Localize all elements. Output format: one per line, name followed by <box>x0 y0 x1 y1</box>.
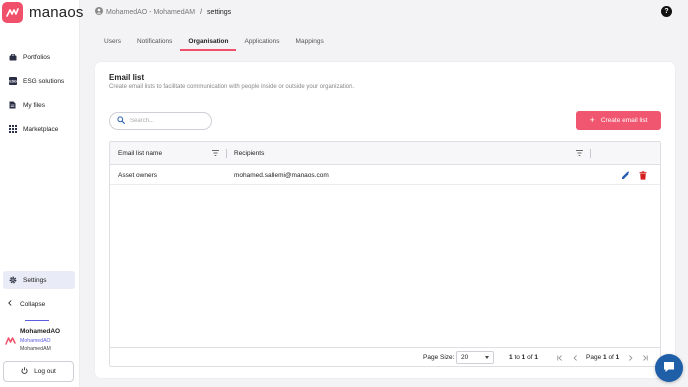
email-list-grid: Email list name Recipients Asset owners … <box>109 141 661 367</box>
row-range-summary: 1 to 1 of 1 <box>509 348 538 367</box>
esg-icon: ESG <box>8 77 17 86</box>
search-box[interactable] <box>109 112 212 130</box>
column-header-email-list-name[interactable]: Email list name <box>118 142 162 165</box>
page-of: of <box>608 354 614 361</box>
previous-page-icon[interactable] <box>571 353 579 362</box>
grid-header: Email list name Recipients <box>110 142 660 165</box>
card-description: Create email lists to facilitate communi… <box>109 84 355 90</box>
page-label: Page <box>586 354 602 361</box>
sidebar-item-settings[interactable]: Settings <box>3 271 75 289</box>
sidebar-item-esg-solutions[interactable]: ESG ESG solutions <box>3 72 75 90</box>
create-email-list-label: Create email list <box>600 117 648 124</box>
user-account: MohamedAM <box>20 346 51 352</box>
file-icon <box>8 101 17 110</box>
chevron-down-icon <box>485 356 489 359</box>
column-separator[interactable] <box>590 149 591 158</box>
breadcrumb-user[interactable]: MohamedAO - MohamedAM <box>106 9 195 16</box>
range-total: 1 <box>534 354 538 361</box>
range-end: 1 <box>521 354 526 361</box>
breadcrumb-separator: / <box>200 8 203 16</box>
table-row[interactable]: Asset owners mohamed.sallemi@manaos.com <box>110 165 660 185</box>
collapse-button[interactable]: Collapse <box>3 297 75 311</box>
page-size-select[interactable]: 20 <box>456 351 494 364</box>
trash-icon[interactable] <box>638 170 648 180</box>
pencil-icon[interactable] <box>620 170 630 180</box>
range-of: of <box>527 354 533 361</box>
logo[interactable]: manaos <box>0 0 84 24</box>
help-icon[interactable]: ? <box>661 6 672 17</box>
avatar <box>5 336 16 345</box>
range-to: to <box>514 354 520 361</box>
sidebar-item-label: Portfolios <box>23 53 51 61</box>
search-icon <box>117 116 125 126</box>
user-circle-icon <box>95 7 103 17</box>
sidebar-item-label: ESG solutions <box>23 77 65 85</box>
chat-bubble-icon <box>662 360 676 376</box>
sidebar-item-label: My files <box>23 101 46 109</box>
pagination-bar: Page Size: 20 1 to 1 of 1 Page 1 of 1 <box>110 347 660 366</box>
divider <box>25 320 49 321</box>
card-title: Email list <box>109 73 145 82</box>
page-current: 1 <box>603 354 607 361</box>
chat-button[interactable] <box>655 354 683 382</box>
grid-icon <box>8 125 17 134</box>
settings-tabs: Users Notifications Organisation Applica… <box>96 32 332 51</box>
manaos-logo-icon <box>2 1 23 23</box>
user-org: MohamedAO <box>20 338 51 344</box>
sidebar-item-marketplace[interactable]: Marketplace <box>3 120 75 138</box>
collapse-label: Collapse <box>20 300 46 308</box>
sidebar-item-portfolios[interactable]: Portfolios <box>3 48 75 66</box>
next-page-icon[interactable] <box>626 353 634 362</box>
filter-icon[interactable] <box>212 150 219 156</box>
sidebar-item-label: Settings <box>23 276 47 284</box>
logout-label: Log out <box>34 368 56 375</box>
tab-organisation[interactable]: Organisation <box>180 32 237 51</box>
plus-icon: + <box>589 115 595 125</box>
column-header-recipients[interactable]: Recipients <box>234 142 264 165</box>
search-input[interactable] <box>130 118 200 124</box>
tab-users[interactable]: Users <box>96 32 129 50</box>
page-size-label: Page Size: <box>423 354 455 361</box>
range-start: 1 <box>509 354 513 361</box>
sidebar-item-my-files[interactable]: My files <box>3 96 75 114</box>
svg-text:ESG: ESG <box>9 80 17 84</box>
page-size-value: 20 <box>461 354 469 361</box>
logo-text: manaos <box>29 3 84 21</box>
cell-recipients: mohamed.sallemi@manaos.com <box>234 171 329 179</box>
tab-notifications[interactable]: Notifications <box>129 32 180 50</box>
column-separator[interactable] <box>226 149 227 158</box>
logout-button[interactable]: Log out <box>3 361 74 382</box>
sidebar: manaos Portfolios ESG ESG solutions My f… <box>0 0 83 387</box>
gear-icon <box>8 276 17 285</box>
chevron-left-icon <box>8 300 12 308</box>
filter-icon[interactable] <box>576 150 583 156</box>
power-icon <box>21 367 28 376</box>
last-page-icon[interactable] <box>641 353 649 362</box>
tab-applications[interactable]: Applications <box>236 32 287 50</box>
breadcrumb: MohamedAO - MohamedAM / settings <box>95 6 231 18</box>
user-profile: MohamedAO MohamedAO MohamedAM <box>5 327 75 355</box>
cell-email-list-name: Asset owners <box>118 171 158 179</box>
breadcrumb-current: settings <box>207 8 232 16</box>
page-total: 1 <box>615 354 620 361</box>
page-indicator: Page 1 of 1 <box>586 348 619 367</box>
first-page-icon[interactable] <box>556 353 564 362</box>
briefcase-icon <box>8 53 17 62</box>
sidebar-item-label: Marketplace <box>23 125 59 133</box>
email-list-card: Email list Create email lists to facilit… <box>95 62 675 378</box>
tab-mappings[interactable]: Mappings <box>288 32 332 50</box>
create-email-list-button[interactable]: + Create email list <box>576 111 661 130</box>
user-name: MohamedAO <box>20 328 61 335</box>
